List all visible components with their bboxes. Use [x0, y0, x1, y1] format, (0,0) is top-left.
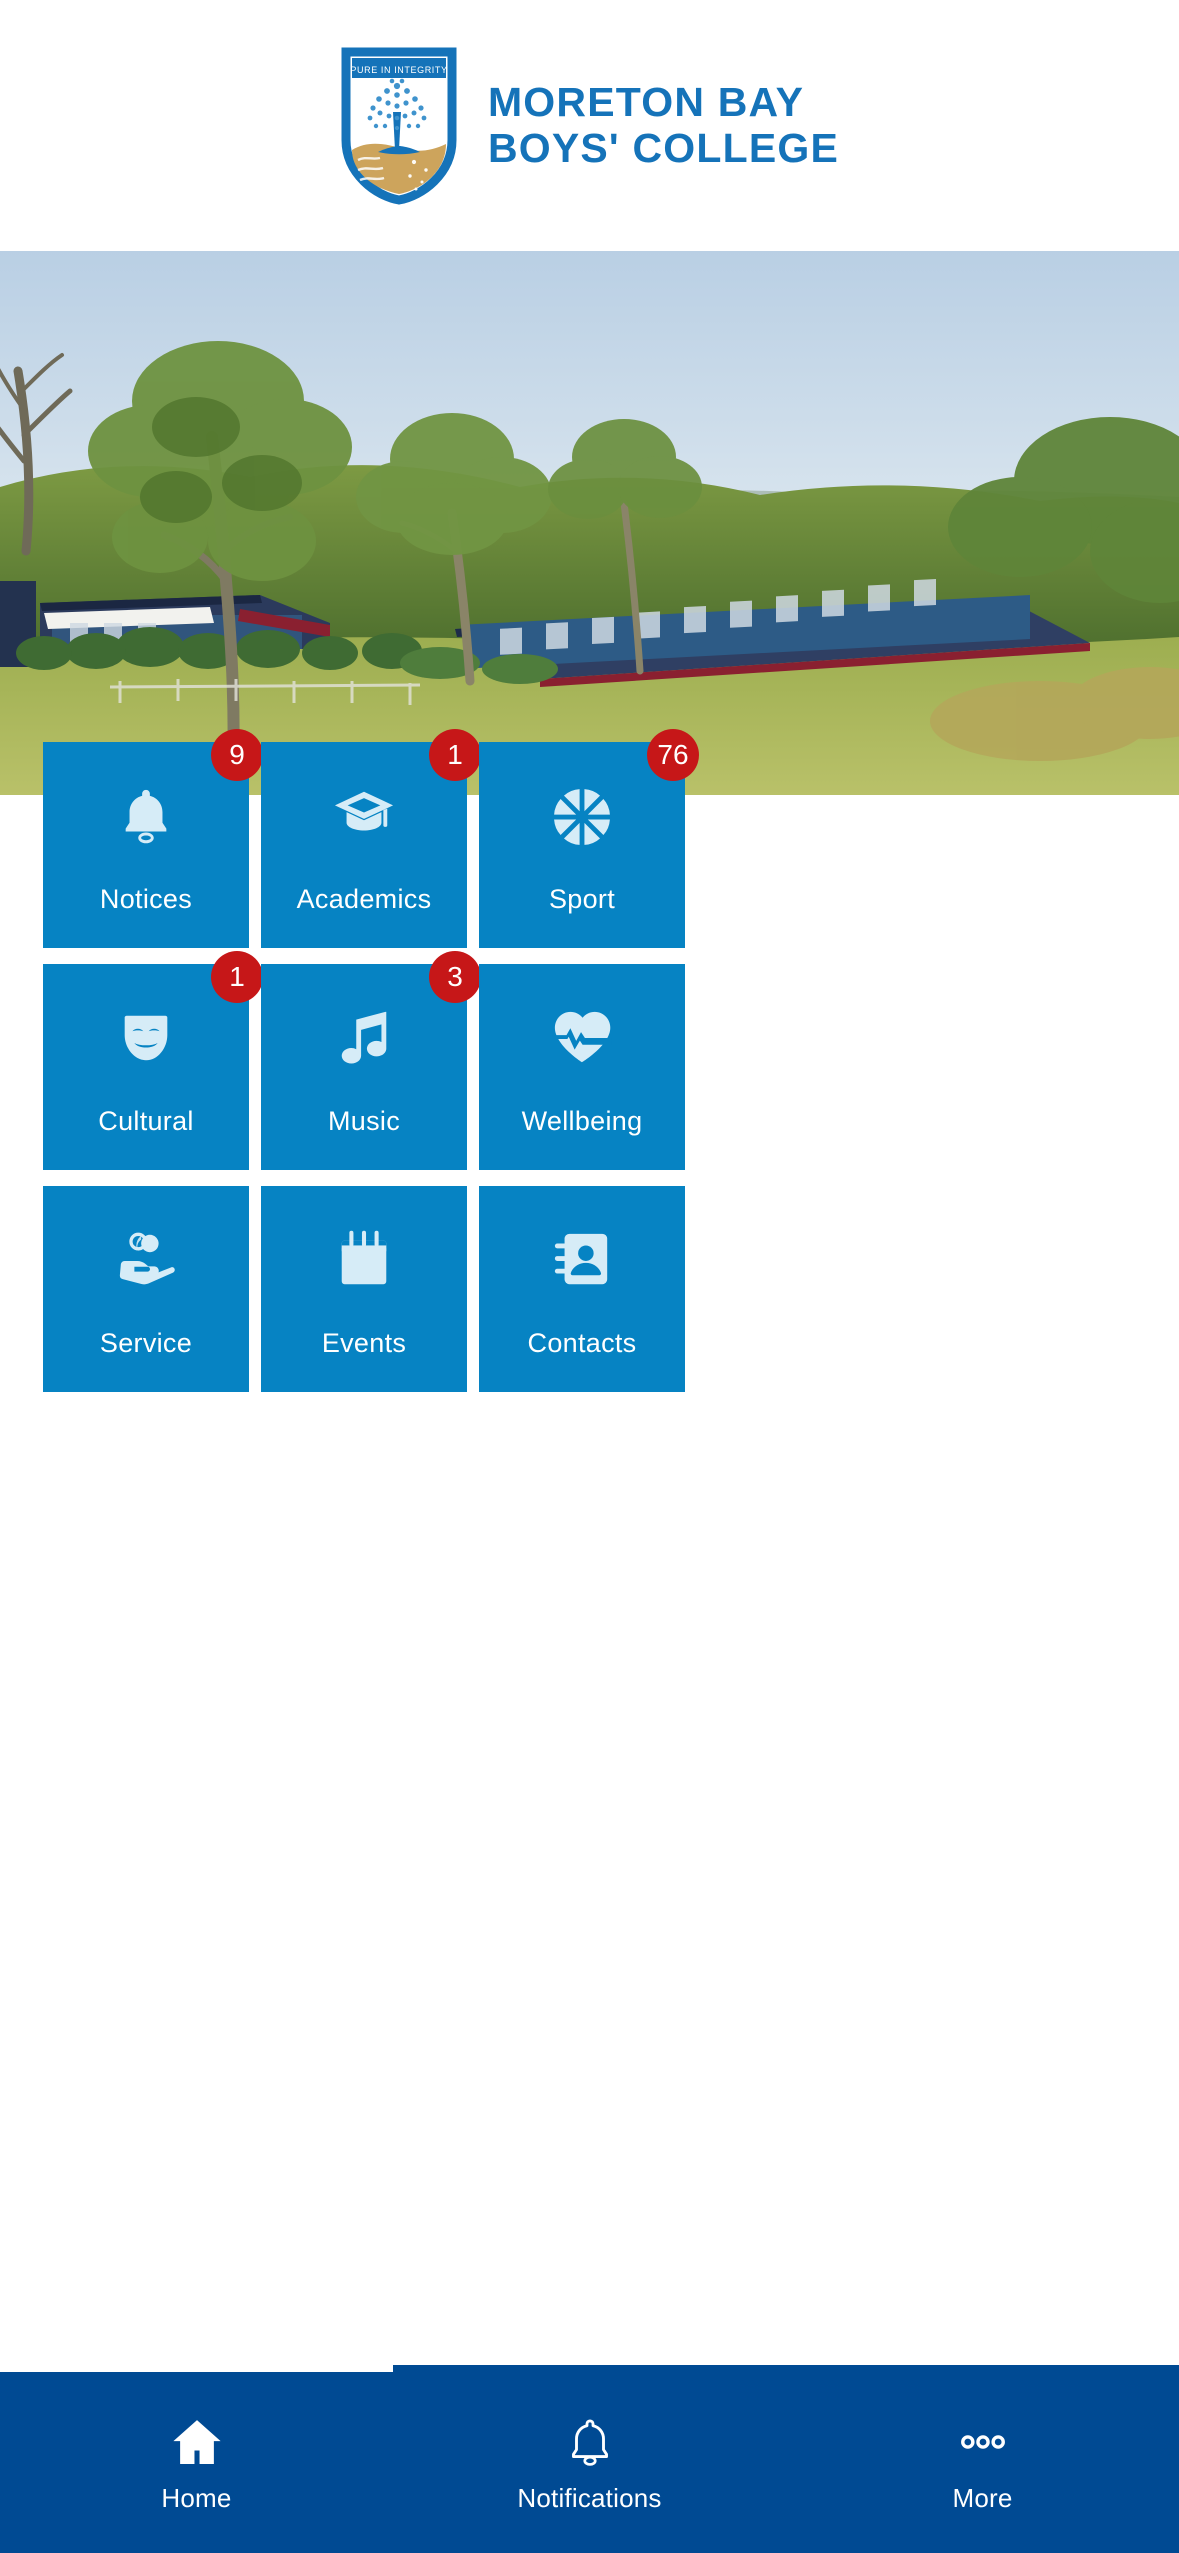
tile-music[interactable]: Music 3	[261, 951, 481, 1170]
dashboard-tile-grid: Notices 9 Academics 1 Sport 76 Cultural …	[43, 729, 1136, 1392]
helping-hand-icon	[115, 1228, 177, 1290]
tile-label: Notices	[99, 884, 193, 914]
nav-item-notifications[interactable]: Notifications	[393, 2365, 786, 2553]
notification-badge: 9	[211, 729, 263, 781]
tile-contacts[interactable]: Contacts	[479, 1186, 685, 1392]
school-crest-logo: PURE IN INTEGRITY	[340, 46, 458, 206]
active-tab-indicator	[0, 2365, 393, 2372]
tile-notices[interactable]: Notices 9	[43, 729, 263, 948]
bottom-navigation-bar: Home Notifications More	[0, 2365, 1179, 2553]
nav-label: Notifications	[517, 2482, 662, 2513]
tile-sport[interactable]: Sport 76	[479, 729, 699, 948]
tile-service[interactable]: Service	[43, 1186, 249, 1392]
tile-label: Cultural	[98, 1106, 194, 1136]
heart-pulse-icon	[551, 1006, 613, 1068]
school-name-wordmark: MORETON BAY BOYS' COLLEGE	[487, 78, 840, 171]
notification-badge: 1	[429, 729, 481, 781]
bell-icon	[563, 2415, 617, 2469]
calendar-icon	[333, 1228, 395, 1290]
bell-icon	[115, 784, 177, 846]
address-book-icon	[551, 1228, 613, 1290]
theater-mask-icon	[115, 1006, 177, 1068]
nav-label: Home	[161, 2482, 232, 2513]
tile-academics[interactable]: Academics 1	[261, 729, 481, 948]
tile-events[interactable]: Events	[261, 1186, 467, 1392]
tile-label: Service	[99, 1328, 193, 1358]
nav-label: More	[952, 2482, 1013, 2513]
home-icon	[170, 2415, 224, 2469]
basketball-icon	[551, 784, 613, 846]
notification-badge: 3	[429, 951, 481, 1003]
svg-text:PURE IN INTEGRITY: PURE IN INTEGRITY	[350, 65, 447, 75]
hero-campus-image	[0, 251, 1179, 795]
tile-label: Sport	[548, 884, 616, 914]
tile-label: Academics	[296, 884, 432, 914]
tile-label: Contacts	[527, 1328, 637, 1358]
nav-item-home[interactable]: Home	[0, 2365, 393, 2553]
app-header: PURE IN INTEGRITY MORETON BAY BOYS' COLL…	[0, 0, 1179, 251]
ellipsis-icon	[956, 2415, 1010, 2469]
notification-badge: 76	[647, 729, 699, 781]
tile-label: Events	[321, 1328, 407, 1358]
tile-label: Wellbeing	[521, 1106, 643, 1136]
music-note-icon	[333, 1006, 395, 1068]
tile-wellbeing[interactable]: Wellbeing	[479, 964, 685, 1170]
nav-item-more[interactable]: More	[786, 2365, 1179, 2553]
tile-label: Music	[327, 1106, 400, 1136]
tile-cultural[interactable]: Cultural 1	[43, 951, 263, 1170]
graduation-cap-icon	[333, 784, 395, 846]
notification-badge: 1	[211, 951, 263, 1003]
